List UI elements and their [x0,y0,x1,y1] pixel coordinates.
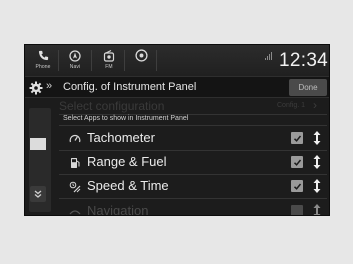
phone-label: Phone [35,64,51,70]
list-item-range-fuel[interactable]: Range & Fuel [59,152,327,174]
navigation-checkbox[interactable] [291,205,303,215]
tachometer-icon [69,132,81,144]
list-item-navigation[interactable]: Navigation [59,201,327,216]
scrollbar-thumb[interactable] [30,138,46,150]
content-area: Select configuration Config. 1 › Select … [25,98,329,216]
separator [124,50,125,71]
media-icon [134,49,148,62]
select-configuration-value: Config. 1 [277,102,306,109]
separator [156,50,157,71]
navi-button[interactable]: Navi [63,49,87,73]
page-frame: Phone Navi FM 12:34 » Config. of Instrum… [0,0,353,264]
speed-time-label: Speed & Time [87,178,169,193]
fm-radio-icon [103,49,116,62]
page-header: » Config. of Instrument Panel Done [25,76,329,98]
media-button[interactable] [129,49,153,73]
apps-subheading: Select Apps to show in Instrument Panel [63,115,189,122]
separator [91,50,92,71]
speed-time-icon [69,180,81,193]
tachometer-label: Tachometer [87,130,155,145]
navi-icon [69,49,82,62]
scroll-down-button[interactable] [30,186,46,202]
chevron-right-icon: › [313,98,317,112]
navigation-label: Navigation [87,203,149,216]
fm-button[interactable]: FM [97,49,121,73]
list-item-tachometer[interactable]: Tachometer [59,128,327,150]
separator [58,50,59,71]
reorder-handle-icon[interactable] [312,178,322,194]
divider [59,150,327,151]
navi-label: Navi [69,64,81,70]
done-button[interactable]: Done [289,79,327,96]
reorder-handle-icon[interactable] [312,203,322,215]
infotainment-screen: Phone Navi FM 12:34 » Config. of Instrum… [24,44,330,216]
reorder-handle-icon[interactable] [312,130,322,146]
range-fuel-checkbox[interactable] [291,156,303,168]
navigation-icon [69,205,81,215]
signal-strength-icon [265,52,272,60]
page-title: Config. of Instrument Panel [63,81,197,93]
fuel-icon [69,156,81,168]
breadcrumb-chevron: » [46,80,52,92]
divider [59,198,327,199]
phone-button[interactable]: Phone [31,49,55,73]
status-bar: Phone Navi FM 12:34 [25,45,329,76]
phone-icon [37,49,50,62]
range-fuel-label: Range & Fuel [87,154,167,169]
list-item-speed-time[interactable]: Speed & Time [59,176,327,198]
reorder-handle-icon[interactable] [312,154,322,170]
speed-time-checkbox[interactable] [291,180,303,192]
double-chevron-down-icon [34,185,42,203]
settings-gear-icon [29,81,43,95]
tachometer-checkbox[interactable] [291,132,303,144]
clock: 12:34 [279,50,329,71]
divider [59,125,327,126]
select-configuration-row[interactable]: Select configuration Config. 1 › [59,98,327,114]
fm-label: FM [105,64,113,70]
divider [59,174,327,175]
select-configuration-label: Select configuration [59,99,165,113]
